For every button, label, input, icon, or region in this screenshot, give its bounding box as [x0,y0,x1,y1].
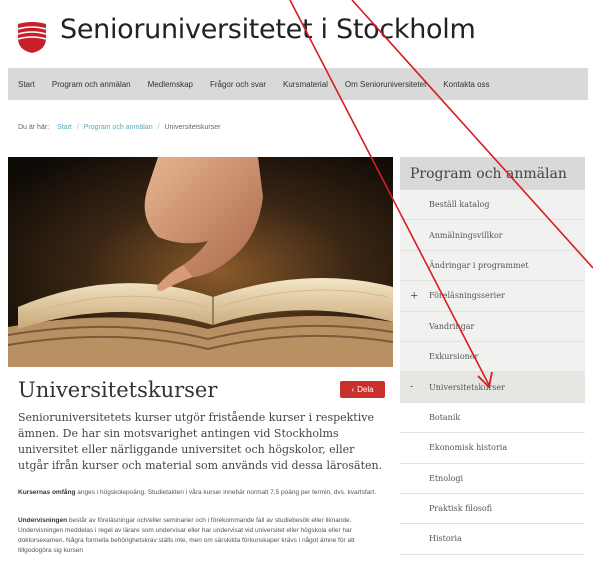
collapse-icon[interactable]: - [410,382,413,393]
sidebar-item-order-catalog[interactable]: Beställ katalog [400,190,585,221]
lead-paragraph: Senioruniversitetets kurser utgör fristå… [18,411,383,472]
nav-item-course-material[interactable]: Kursmaterial [283,80,328,89]
breadcrumb-program[interactable]: Program och anmälan [84,124,153,131]
paragraph-scope-bold: Kursernas omfång [18,489,76,496]
breadcrumb: Du är här: Start / Program och anmälan /… [18,124,221,131]
expand-icon[interactable]: + [410,290,418,301]
nav-item-program[interactable]: Program och anmälan [52,80,131,89]
nav-item-start[interactable]: Start [18,80,35,89]
nav-item-about[interactable]: Om Senioruniversitetet [345,80,426,89]
sidebar-item-excursions[interactable]: Exkursioner [400,341,585,373]
nav-item-membership[interactable]: Medlemskap [148,80,193,89]
university-logo-icon[interactable] [14,18,50,54]
paragraph-teaching: Undervisningen består av föreläsningar o… [18,516,390,556]
paragraph-teaching-text: består av föreläsningar och/eller semina… [18,517,355,554]
breadcrumb-start[interactable]: Start [57,124,72,131]
sidebar-item-university-courses[interactable]: - Universitetskurser [400,372,585,403]
sidebar-item-walks[interactable]: Vandringar [400,311,585,342]
site-header: Senioruniversitetet i Stockholm [0,0,593,62]
sidebar-subitem-ethnology[interactable]: Etnologi [400,463,585,494]
paragraph-teaching-bold: Undervisningen [18,517,68,524]
open-book-hand-image [8,157,393,367]
share-button[interactable]: ‹ Dela [340,381,385,398]
sidebar-title[interactable]: Program och anmälan [400,157,585,190]
sidebar-item-program-changes[interactable]: Ändringar i programmet [400,250,585,282]
paragraph-scope: Kursernas omfång anges i högskolepoäng. … [18,488,390,498]
breadcrumb-prefix: Du är här: [18,124,50,131]
sidebar-item-lecture-series[interactable]: + Föreläsningsserier [400,281,585,312]
site-name[interactable]: Senioruniversitetet i Stockholm [60,14,476,45]
sidebar: Program och anmälan Beställ katalog Anmä… [400,157,585,561]
nav-item-contact[interactable]: Kontakta oss [443,80,489,89]
sidebar-subitem-history[interactable]: Historia [400,524,585,555]
share-icon: ‹ [351,385,355,394]
hero-image [8,157,393,367]
nav-item-faq[interactable]: Frågor och svar [210,80,266,89]
main-nav: Start Program och anmälan Medlemskap Frå… [8,68,588,100]
share-label: Dela [357,385,374,394]
breadcrumb-current: Universitetskurser [164,124,221,131]
paragraph-scope-text: anges i högskolepoäng. Studietakten i vå… [75,489,377,496]
sidebar-subitem-economic-history[interactable]: Ekonomisk historia [400,433,585,464]
page-title: Universitetskurser [18,378,218,402]
sidebar-subitem-botany[interactable]: Botanik [400,402,585,434]
sidebar-item-registration-terms[interactable]: Anmälningsvillkor [400,220,585,251]
sidebar-subitem-practical-philosophy[interactable]: Praktisk filosofi [400,493,585,525]
